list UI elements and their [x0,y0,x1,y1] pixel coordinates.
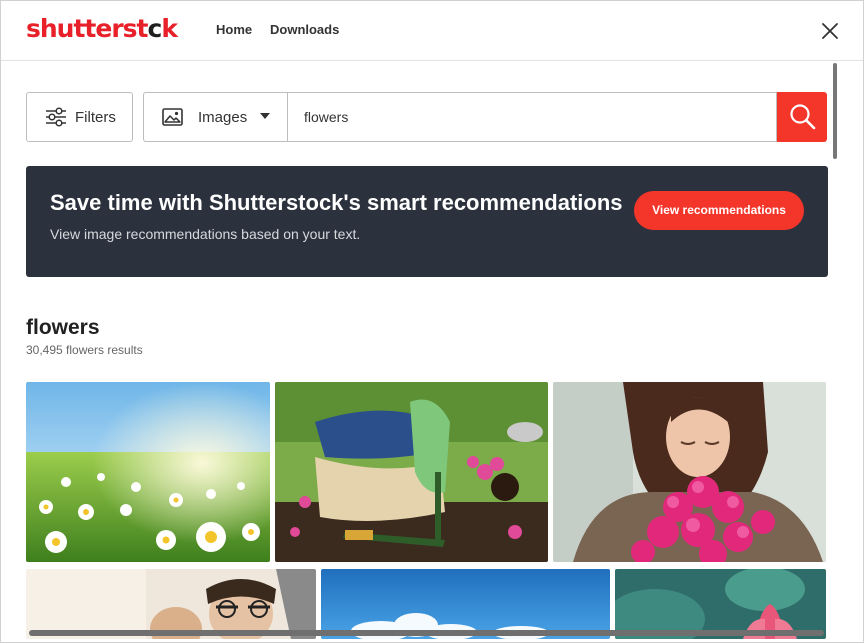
results-heading: flowers [26,316,100,339]
filters-button[interactable]: Filters [26,92,133,142]
view-recommendations-button[interactable]: View recommendations [634,191,804,230]
filters-icon [46,107,66,127]
vertical-scrollbar[interactable] [833,63,837,159]
app-frame: shutterstck Home Downloads Filters Image… [0,0,864,643]
banner-subtitle: View image recommendations based on your… [50,226,361,242]
search-input[interactable] [304,107,744,127]
nav-home[interactable]: Home [216,22,252,37]
shutterstock-logo[interactable]: shutterstck [26,14,178,44]
filters-label: Filters [75,109,116,126]
image-result-woman-flowers[interactable] [553,382,826,562]
search-field[interactable] [287,92,777,142]
close-icon[interactable] [820,21,840,41]
logo-text-c: c [147,14,163,43]
image-result-gardening[interactable] [275,382,548,562]
logo-text-tail: k [161,14,178,43]
image-result-daisy-meadow[interactable] [26,382,270,562]
search-icon [790,104,816,130]
search-button[interactable] [777,92,827,142]
media-type-label: Images [198,109,248,126]
image-icon [162,108,183,126]
results-count: 30,495 flowers results [26,343,143,357]
caret-down-icon [260,113,270,119]
image-result-couple[interactable] [26,569,316,639]
top-bar: shutterstck Home Downloads [1,1,863,61]
nav-downloads[interactable]: Downloads [270,22,339,37]
media-type-dropdown[interactable]: Images [143,92,288,142]
banner-title: Save time with Shutterstock's smart reco… [50,190,623,215]
image-result-blue-sky[interactable] [321,569,610,639]
recommendations-banner: Save time with Shutterstock's smart reco… [26,166,828,277]
logo-text-main: shutterst [26,14,148,43]
horizontal-scrollbar[interactable] [29,630,824,636]
image-result-lotus[interactable] [615,569,826,639]
